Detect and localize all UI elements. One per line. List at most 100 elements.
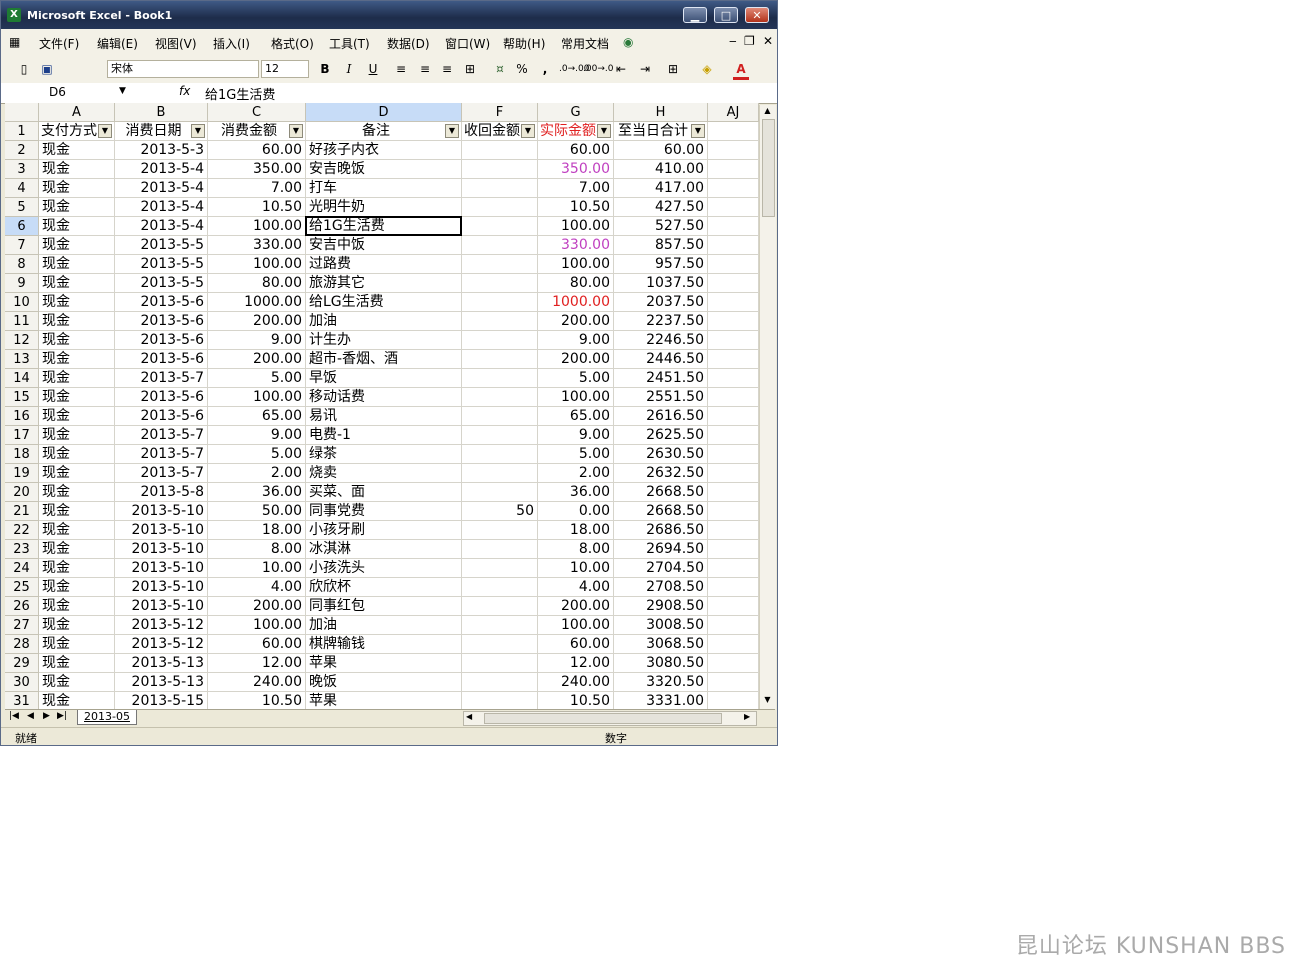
globe-icon[interactable]: ◉	[623, 35, 633, 49]
cell-a[interactable]: 现金	[39, 369, 115, 388]
menu-edit[interactable]: 编辑(E)	[97, 35, 138, 52]
cell-a[interactable]: 现金	[39, 331, 115, 350]
cell-b[interactable]: 2013-5-10	[115, 521, 208, 540]
cell-g[interactable]: 0.00	[538, 502, 614, 521]
cell-f[interactable]	[462, 426, 538, 445]
cell-h[interactable]: 2668.50	[614, 483, 708, 502]
cell-a[interactable]: 现金	[39, 692, 115, 709]
cell-f[interactable]	[462, 331, 538, 350]
cell-g[interactable]: 10.50	[538, 198, 614, 217]
cell-h[interactable]: 3008.50	[614, 616, 708, 635]
vertical-scrollbar[interactable]: ▲ ▼	[759, 105, 776, 709]
cell-g[interactable]: 100.00	[538, 616, 614, 635]
cell-b[interactable]: 2013-5-13	[115, 654, 208, 673]
cell-b[interactable]: 2013-5-13	[115, 673, 208, 692]
cell-b[interactable]: 2013-5-3	[115, 141, 208, 160]
prev-sheet-button[interactable]: ◀	[27, 711, 34, 721]
cell-b[interactable]: 2013-5-10	[115, 578, 208, 597]
cell-b[interactable]: 2013-5-6	[115, 350, 208, 369]
cell-h[interactable]: 410.00	[614, 160, 708, 179]
cell-d[interactable]: 过路费	[306, 255, 462, 274]
cell-a[interactable]: 现金	[39, 464, 115, 483]
cell-g[interactable]: 100.00	[538, 217, 614, 236]
cell-g[interactable]: 200.00	[538, 350, 614, 369]
cell-f[interactable]	[462, 255, 538, 274]
cell-c[interactable]: 9.00	[208, 426, 306, 445]
cell-b[interactable]: 2013-5-10	[115, 502, 208, 521]
cell-f[interactable]	[462, 217, 538, 236]
cell-c[interactable]: 7.00	[208, 179, 306, 198]
last-sheet-button[interactable]: ▶|	[57, 711, 67, 721]
bold-button[interactable]: B	[317, 61, 333, 77]
cell-h[interactable]: 2037.50	[614, 293, 708, 312]
select-all-corner[interactable]	[5, 103, 39, 122]
cell-a[interactable]: 现金	[39, 198, 115, 217]
name-box[interactable]: D6	[5, 84, 129, 101]
cell-b[interactable]: 2013-5-4	[115, 198, 208, 217]
cell-f[interactable]: 50	[462, 502, 538, 521]
cell-a[interactable]: 现金	[39, 274, 115, 293]
cell-g[interactable]: 100.00	[538, 255, 614, 274]
cell-h[interactable]: 1037.50	[614, 274, 708, 293]
cell-h[interactable]: 2908.50	[614, 597, 708, 616]
comma-button[interactable]: ,	[539, 61, 551, 77]
cell-b[interactable]: 2013-5-5	[115, 255, 208, 274]
row-header-26[interactable]: 26	[5, 597, 39, 616]
cell-c[interactable]: 330.00	[208, 236, 306, 255]
cell-a[interactable]: 现金	[39, 616, 115, 635]
cell-a[interactable]: 现金	[39, 635, 115, 654]
cell-h[interactable]: 957.50	[614, 255, 708, 274]
row-header-21[interactable]: 21	[5, 502, 39, 521]
cell-c[interactable]: 9.00	[208, 331, 306, 350]
cell-g[interactable]: 7.00	[538, 179, 614, 198]
cell-a[interactable]: 现金	[39, 141, 115, 160]
spreadsheet-grid[interactable]: A B C D F G H AJ 1 支付方式 ▼ 消费日期 ▼ 消费金额 ▼ 备注 ▼ 收回金额 ▼ 实际金额 ▼ 至当…	[5, 103, 759, 709]
column-header-A[interactable]: A	[39, 103, 115, 122]
cell-a[interactable]: 现金	[39, 160, 115, 179]
formula-input[interactable]: 给1G生活费	[205, 84, 275, 103]
cell-b[interactable]: 2013-5-4	[115, 179, 208, 198]
cell-f[interactable]	[462, 578, 538, 597]
cell-a[interactable]: 现金	[39, 426, 115, 445]
cell-c[interactable]: 350.00	[208, 160, 306, 179]
cell-g[interactable]: 8.00	[538, 540, 614, 559]
decrease-decimal-button[interactable]: .00→.0	[583, 61, 613, 77]
row-header-29[interactable]: 29	[5, 654, 39, 673]
cell-a[interactable]: 现金	[39, 255, 115, 274]
cell-d[interactable]: 打车	[306, 179, 462, 198]
cell-g[interactable]: 100.00	[538, 388, 614, 407]
row-header-8[interactable]: 8	[5, 255, 39, 274]
cell-h[interactable]: 3331.00	[614, 692, 708, 709]
column-header-F[interactable]: F	[462, 103, 538, 122]
row-header-25[interactable]: 25	[5, 578, 39, 597]
autofilter-dropdown-icon[interactable]: ▼	[289, 124, 303, 138]
cell-d[interactable]: 小孩牙刷	[306, 521, 462, 540]
cell-d[interactable]: 买菜、面	[306, 483, 462, 502]
cell-d[interactable]: 晚饭	[306, 673, 462, 692]
row-header-4[interactable]: 4	[5, 179, 39, 198]
cell-g[interactable]: 200.00	[538, 312, 614, 331]
cell-a[interactable]: 现金	[39, 312, 115, 331]
cell-b[interactable]: 2013-5-7	[115, 426, 208, 445]
cell-g[interactable]: 60.00	[538, 141, 614, 160]
menu-view[interactable]: 视图(V)	[155, 35, 197, 52]
cell-f[interactable]	[462, 540, 538, 559]
cell-b[interactable]: 2013-5-8	[115, 483, 208, 502]
borders-icon[interactable]: ⊞	[665, 61, 681, 77]
row-header-13[interactable]: 13	[5, 350, 39, 369]
cell-a[interactable]: 现金	[39, 673, 115, 692]
cell-d[interactable]: 同事红包	[306, 597, 462, 616]
cell-d[interactable]: 好孩子内衣	[306, 141, 462, 160]
font-name-select[interactable]: 宋体	[107, 60, 259, 78]
menu-data[interactable]: 数据(D)	[387, 35, 430, 52]
increase-decimal-button[interactable]: .0→.00	[559, 61, 589, 77]
cell-b[interactable]: 2013-5-5	[115, 274, 208, 293]
row-header-16[interactable]: 16	[5, 407, 39, 426]
maximize-button[interactable]: □	[714, 7, 738, 23]
cell-g[interactable]: 65.00	[538, 407, 614, 426]
cell-d[interactable]: 苹果	[306, 654, 462, 673]
row-header-9[interactable]: 9	[5, 274, 39, 293]
row-header-23[interactable]: 23	[5, 540, 39, 559]
row-header-27[interactable]: 27	[5, 616, 39, 635]
name-box-dropdown-icon[interactable]: ▼	[119, 86, 126, 96]
